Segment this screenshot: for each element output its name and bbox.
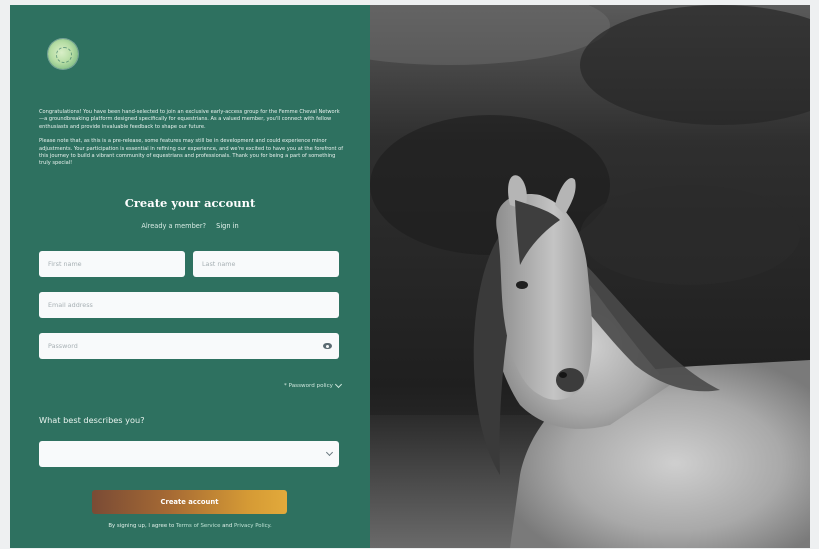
email-field[interactable]	[39, 292, 339, 318]
password-input[interactable]	[46, 341, 319, 351]
signup-page: Congratulations! You have been hand-sele…	[10, 5, 810, 548]
terms-and: and	[220, 523, 234, 529]
hero-image	[370, 5, 810, 548]
describe-question: What best describes you?	[39, 415, 145, 425]
signup-panel: Congratulations! You have been hand-sele…	[10, 5, 370, 548]
email-input[interactable]	[46, 300, 332, 310]
terms-of-service-link[interactable]: Terms of Service	[176, 523, 220, 529]
already-member-line: Already a member? Sign in	[10, 222, 370, 230]
eye-icon[interactable]	[323, 343, 332, 349]
first-name-field[interactable]	[39, 251, 185, 277]
last-name-input[interactable]	[200, 259, 332, 269]
brand-logo-icon	[48, 39, 78, 69]
terms-notice: By signing up, I agree to Terms of Servi…	[10, 523, 370, 529]
role-select[interactable]	[39, 441, 339, 467]
first-name-input[interactable]	[46, 259, 178, 269]
create-account-button[interactable]: Create account	[92, 490, 287, 514]
intro-paragraph-1: Congratulations! You have been hand-sele…	[39, 109, 340, 130]
already-member-text: Already a member?	[141, 222, 207, 230]
intro-text: Congratulations! You have been hand-sele…	[39, 109, 344, 175]
password-policy-label: * Password policy	[284, 383, 333, 389]
password-policy-toggle[interactable]: * Password policy	[284, 380, 343, 389]
privacy-policy-link[interactable]: Privacy Policy	[234, 523, 270, 529]
terms-prefix: By signing up, I agree to	[108, 523, 176, 529]
terms-suffix: .	[269, 523, 272, 529]
intro-paragraph-2: Please note that, as this is a pre-relea…	[39, 138, 344, 167]
last-name-field[interactable]	[193, 251, 339, 277]
chevron-down-icon	[334, 380, 343, 389]
form-title: Create your account	[124, 196, 256, 210]
sign-in-link[interactable]: Sign in	[216, 222, 239, 230]
password-field[interactable]	[39, 333, 339, 359]
chevron-down-icon	[325, 448, 334, 457]
horse-photo	[370, 5, 810, 548]
